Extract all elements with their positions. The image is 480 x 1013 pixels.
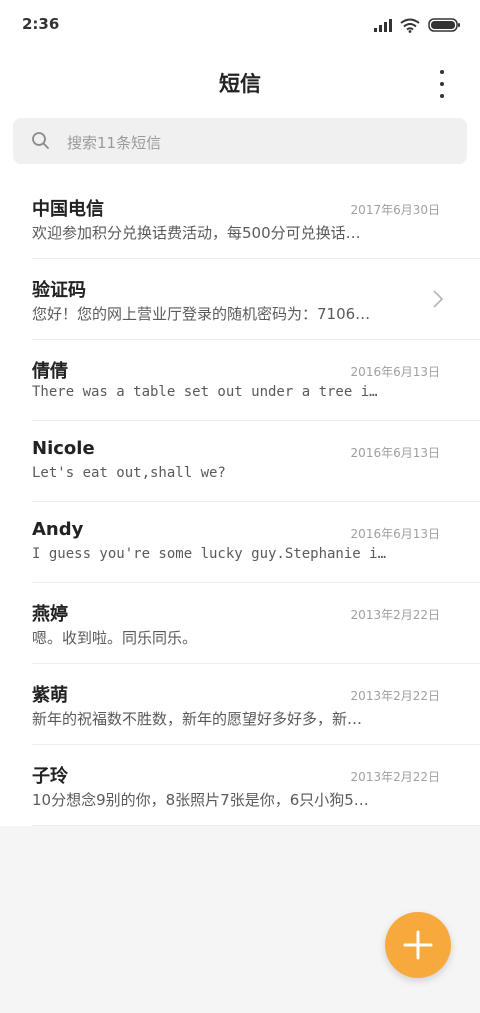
- signal-icon: [374, 18, 392, 32]
- message-date: 2013年2月22日: [350, 689, 440, 703]
- message-date: 2013年2月22日: [350, 608, 440, 622]
- sender-name: 倩倩: [32, 361, 68, 382]
- sender-name: Nicole: [32, 438, 95, 459]
- message-preview: I guess you're some lucky guy.Stephanie …: [32, 546, 387, 562]
- message-date: 2016年6月13日: [350, 365, 440, 379]
- conversation-item[interactable]: Nicole 2016年6月13日 Let's eat out,shall we?: [32, 421, 480, 502]
- sender-name: Andy: [32, 519, 84, 540]
- sender-name: 燕婷: [32, 604, 68, 625]
- chevron-right-icon: [433, 290, 444, 308]
- compose-button[interactable]: [385, 912, 451, 978]
- message-preview: 欢迎参加积分兑换话费活动，每500分可兑换话…: [32, 224, 361, 242]
- message-preview: 您好！您的网上营业厅登录的随机密码为：7106…: [32, 305, 371, 323]
- more-vertical-icon-dot: [440, 82, 444, 86]
- message-preview: Let's eat out,shall we?: [32, 465, 226, 481]
- wifi-icon: [400, 18, 420, 33]
- conversation-item[interactable]: 中国电信 2017年6月30日欢迎参加积分兑换话费活动，每500分可兑换话…: [32, 178, 480, 259]
- conversation-item[interactable]: 紫萌 2013年2月22日新年的祝福数不胜数，新年的愿望好多好多，新…: [32, 664, 480, 745]
- message-date: 2017年6月30日: [350, 203, 440, 217]
- conversation-item[interactable]: 子玲 2013年2月22日 10分想念9别的你，8张照片7张是你，6只小狗5…: [32, 745, 480, 826]
- search-area: 搜索11条短信: [0, 114, 480, 178]
- status-icons: [374, 14, 460, 36]
- plus-icon: [403, 930, 433, 960]
- message-preview: 10分想念9别的你，8张照片7张是你，6只小狗5…: [32, 791, 369, 809]
- battery-icon: [428, 18, 460, 32]
- sender-name: 验证码: [32, 280, 86, 301]
- message-date: 2016年6月13日: [350, 446, 440, 460]
- search-icon: [32, 132, 49, 149]
- more-options-button[interactable]: [432, 70, 452, 98]
- app-header: 短信: [0, 50, 480, 114]
- message-date: 2013年2月22日: [350, 770, 440, 784]
- page-title: 短信: [219, 72, 261, 96]
- conversation-item[interactable]: Andy 2016年6月13日 I guess you're some lucky …: [32, 502, 480, 583]
- more-vertical-icon-dot: [440, 94, 444, 98]
- message-date: 2016年6月13日: [350, 527, 440, 541]
- sender-name: 中国电信: [32, 199, 104, 220]
- conversation-item[interactable]: 倩倩 2016年6月13日 There was a table set out un…: [32, 340, 480, 421]
- search-input[interactable]: 搜索11条短信: [13, 118, 467, 164]
- more-vertical-icon-dot: [440, 70, 444, 74]
- conversation-item[interactable]: 燕婷 2013年2月22日嗯。收到啦。同乐同乐。: [32, 583, 480, 664]
- status-time: 2:36: [22, 15, 60, 33]
- message-preview: 嗯。收到啦。同乐同乐。: [32, 629, 198, 647]
- conversation-list: 中国电信 2017年6月30日欢迎参加积分兑换话费活动，每500分可兑换话… 验证码…: [0, 178, 480, 826]
- sender-name: 紫萌: [32, 685, 68, 706]
- status-bar: 2:36: [0, 0, 480, 50]
- sender-name: 子玲: [32, 766, 68, 787]
- conversation-item[interactable]: 验证码您好！您的网上营业厅登录的随机密码为：7106…: [32, 259, 480, 340]
- message-preview: 新年的祝福数不胜数，新年的愿望好多好多，新…: [32, 710, 363, 728]
- search-placeholder: 搜索11条短信: [67, 134, 162, 152]
- message-preview: There was a table set out under a tree i…: [32, 384, 378, 400]
